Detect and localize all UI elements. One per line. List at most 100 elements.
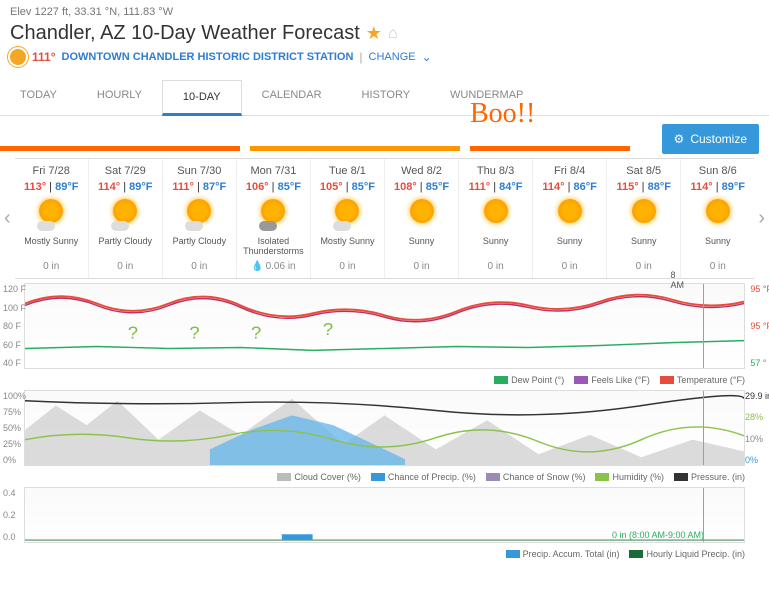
condition-text: Sunny: [535, 237, 604, 257]
day-card[interactable]: Wed 8/2108° | 85°FSunny 0 in: [385, 159, 459, 278]
storm-icon: [255, 199, 291, 235]
day-card[interactable]: Tue 8/1105° | 85°FMostly Sunny 0 in: [311, 159, 385, 278]
next-arrow[interactable]: ›: [754, 207, 769, 230]
legend-item: Pressure. (in): [674, 472, 745, 482]
annotation-line: [470, 146, 630, 151]
legend-item: Feels Like (°F): [574, 375, 650, 385]
lo-temp: 89°F: [129, 181, 152, 193]
current-temp: 111°: [32, 50, 56, 64]
divider: |: [359, 50, 362, 64]
station-link[interactable]: DOWNTOWN CHANDLER HISTORIC DISTRICT STAT…: [62, 51, 354, 63]
hi-temp: 108°: [394, 181, 417, 193]
day-card[interactable]: Fri 8/4114° | 86°FSunny 0 in: [533, 159, 607, 278]
sunny-icon: [700, 199, 736, 235]
legend-item: Precip. Accum. Total (in): [506, 549, 620, 559]
condition-text: Sunny: [683, 237, 752, 257]
elevation-coords: Elev 1227 ft, 33.31 °N, 111.83 °W: [10, 6, 759, 18]
chevron-down-icon[interactable]: ⌄: [422, 50, 432, 64]
day-date: Sun 8/6: [683, 165, 752, 177]
precip-chart[interactable]: 0.40.20.0 0 in (8:00 AM-9:00 AM): [24, 487, 745, 543]
day-date: Sat 7/29: [91, 165, 160, 177]
day-card[interactable]: Mon 7/31106° | 85°FIsolated Thunderstorm…: [237, 159, 311, 278]
precip-text: 0 in: [165, 261, 234, 272]
temp-chart[interactable]: 120 F100 F80 F60 F40 F ? ? ? ? 95 °F95 °…: [24, 283, 745, 369]
sunny-icon: [478, 199, 514, 235]
home-icon[interactable]: ⌂: [388, 25, 398, 43]
day-card[interactable]: Sat 8/5115° | 88°FSunny 0 in: [607, 159, 681, 278]
hi-temp: 114°: [542, 181, 564, 193]
precip-text: 0 in: [683, 261, 752, 272]
chart3-legend: Precip. Accum. Total (in) Hourly Liquid P…: [0, 547, 769, 560]
lo-temp: 89°F: [722, 181, 745, 193]
tab-calendar[interactable]: CALENDAR: [242, 79, 342, 115]
day-date: Mon 7/31: [239, 165, 308, 177]
day-card[interactable]: Thu 8/3111° | 84°FSunny 0 in: [459, 159, 533, 278]
precip-text: 0 in: [387, 261, 456, 272]
day-date: Thu 8/3: [461, 165, 530, 177]
annotation-line: [0, 146, 240, 151]
hi-temp: 115°: [616, 181, 638, 193]
condition-text: Isolated Thunderstorms: [239, 237, 308, 257]
customize-label: Customize: [690, 132, 747, 146]
lo-temp: 84°F: [499, 181, 522, 193]
partly-cloudy-icon: [181, 199, 217, 235]
day-card[interactable]: Sat 7/29114° | 89°FPartly Cloudy 0 in: [89, 159, 163, 278]
lo-temp: 89°F: [55, 181, 78, 193]
gear-icon: ⚙: [674, 132, 685, 146]
customize-button[interactable]: ⚙ Customize: [662, 124, 759, 154]
precip-text: 0 in: [91, 261, 160, 272]
hi-temp: 106°: [246, 181, 269, 193]
precip-text: 💧 0.06 in: [239, 261, 308, 272]
day-card[interactable]: Sun 7/30111° | 87°FPartly Cloudy 0 in: [163, 159, 237, 278]
forecast-days: Fri 7/28113° | 89°FMostly Sunny 0 inSat …: [15, 158, 755, 279]
lo-temp: 85°F: [426, 181, 449, 193]
condition-text: Sunny: [461, 237, 530, 257]
svg-text:?: ?: [128, 323, 138, 342]
condition-text: Partly Cloudy: [91, 237, 160, 257]
change-station-link[interactable]: CHANGE: [369, 51, 416, 63]
tab-hourly[interactable]: HOURLY: [77, 79, 162, 115]
precip-text: 0 in: [313, 261, 382, 272]
hi-temp: 111°: [172, 181, 194, 193]
day-card[interactable]: Sun 8/6114° | 89°FSunny 0 in: [681, 159, 754, 278]
sunny-icon: [626, 199, 662, 235]
mostly-sunny-icon: [33, 199, 69, 235]
day-date: Fri 7/28: [17, 165, 86, 177]
sunny-icon: [552, 199, 588, 235]
precip-text: 0 in: [461, 261, 530, 272]
chart1-legend: Dew Point (°) Feels Like (°F) Temperature …: [0, 373, 769, 386]
legend-item: Chance of Precip. (%): [371, 472, 476, 482]
condition-text: Mostly Sunny: [17, 237, 86, 257]
day-card[interactable]: Fri 7/28113° | 89°FMostly Sunny 0 in: [15, 159, 89, 278]
precip-text: 0 in: [17, 261, 86, 272]
mostly-sunny-icon: [329, 199, 365, 235]
precip-text: 0 in: [609, 261, 678, 272]
precip-text: 0 in: [535, 261, 604, 272]
lo-temp: 85°F: [278, 181, 301, 193]
prev-arrow[interactable]: ‹: [0, 207, 15, 230]
legend-item: Dew Point (°): [494, 375, 564, 385]
humidity-chart[interactable]: 100%75%50%25%0% 29.9 in28%10%0%: [24, 390, 745, 466]
partly-cloudy-icon: [107, 199, 143, 235]
day-date: Sat 8/5: [609, 165, 678, 177]
day-date: Sun 7/30: [165, 165, 234, 177]
condition-text: Sunny: [609, 237, 678, 257]
lo-temp: 86°F: [574, 181, 597, 193]
annotation-boo: Boo!!: [470, 98, 535, 130]
svg-text:?: ?: [323, 319, 333, 338]
tab-today[interactable]: TODAY: [0, 79, 77, 115]
legend-item: Humidity (%): [595, 472, 664, 482]
lo-temp: 88°F: [648, 181, 671, 193]
day-date: Wed 8/2: [387, 165, 456, 177]
hi-temp: 105°: [320, 181, 343, 193]
sun-icon: [10, 49, 26, 65]
tab-history[interactable]: HISTORY: [342, 79, 431, 115]
legend-item: Hourly Liquid Precip. (in): [629, 549, 745, 559]
hi-temp: 114°: [691, 181, 713, 193]
condition-text: Partly Cloudy: [165, 237, 234, 257]
tab-10-day[interactable]: 10-DAY: [162, 80, 242, 116]
favorite-star-icon[interactable]: ★: [366, 23, 382, 44]
legend-item: Temperature (°F): [660, 375, 745, 385]
hi-temp: 111°: [469, 181, 491, 193]
day-date: Tue 8/1: [313, 165, 382, 177]
